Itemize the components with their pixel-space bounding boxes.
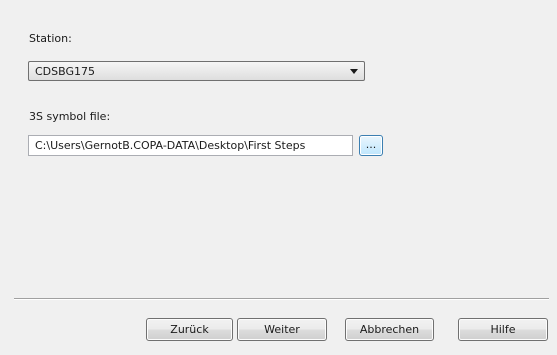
station-dropdown[interactable]: CDSBG175 <box>28 61 365 81</box>
browse-button[interactable]: ... <box>359 135 383 156</box>
cancel-button[interactable]: Abbrechen <box>345 318 434 341</box>
station-selected-value: CDSBG175 <box>35 65 96 78</box>
help-button[interactable]: Hilfe <box>458 318 548 341</box>
wizard-dialog: Station: CDSBG175 3S symbol file: C:\Use… <box>0 0 557 355</box>
station-label: Station: <box>29 32 72 45</box>
dropdown-arrow-icon <box>350 69 358 74</box>
symbol-file-path-input[interactable]: C:\Users\GernotB.COPA-DATA\Desktop\First… <box>28 135 353 156</box>
back-button[interactable]: Zurück <box>146 318 233 341</box>
next-button[interactable]: Weiter <box>237 318 327 341</box>
separator-line <box>14 298 549 300</box>
symbol-file-label: 3S symbol file: <box>29 110 111 123</box>
